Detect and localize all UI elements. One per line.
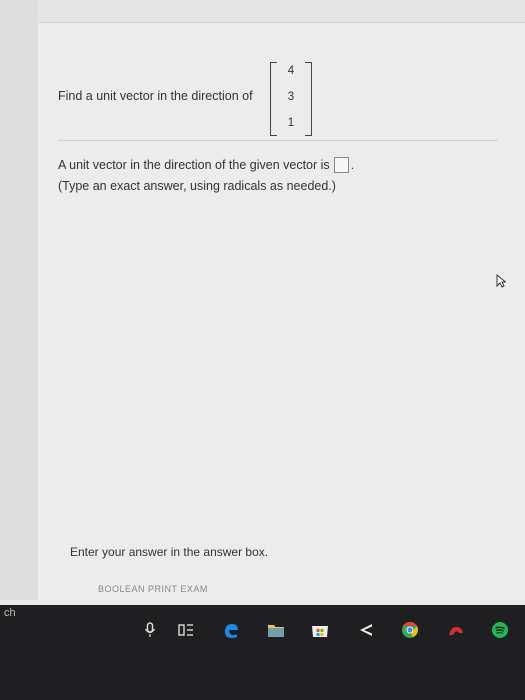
footer-links[interactable]: BOOLEAN PRINT EXAM (98, 584, 208, 594)
store-icon[interactable] (310, 620, 330, 640)
question-prompt: Find a unit vector in the direction of (58, 89, 253, 103)
taskbar-search-fragment[interactable]: ch (4, 607, 16, 619)
vector-matrix: 4 3 1 (270, 62, 312, 136)
microphone-icon[interactable] (140, 620, 160, 640)
vector-entry-1: 4 (287, 65, 295, 77)
footer-instruction: Enter your answer in the answer box. (70, 545, 269, 559)
task-view-icon[interactable] (176, 620, 196, 640)
page-top-bar (38, 0, 525, 23)
vector-entry-2: 3 (287, 91, 295, 103)
left-sidebar-strip (0, 0, 39, 600)
answer-period: . (350, 158, 355, 172)
edge-browser-icon[interactable] (221, 620, 241, 640)
question-divider (58, 140, 498, 141)
answer-input-box[interactable] (333, 157, 349, 173)
chrome-icon[interactable] (400, 620, 420, 640)
red-app-icon[interactable] (446, 620, 466, 640)
mouse-cursor-icon (496, 274, 506, 288)
browser-screen: Find a unit vector in the direction of 4… (0, 0, 525, 605)
spotify-icon[interactable] (490, 620, 510, 640)
answer-hint: (Type an exact answer, using radicals as… (58, 179, 336, 193)
answer-line: A unit vector in the direction of the gi… (58, 157, 354, 173)
app-chevron-icon[interactable] (356, 620, 376, 640)
answer-label: A unit vector in the direction of the gi… (58, 158, 330, 172)
vector-entry-3: 1 (287, 117, 295, 129)
file-explorer-icon[interactable] (266, 620, 286, 640)
question-page: Find a unit vector in the direction of 4… (38, 0, 525, 600)
